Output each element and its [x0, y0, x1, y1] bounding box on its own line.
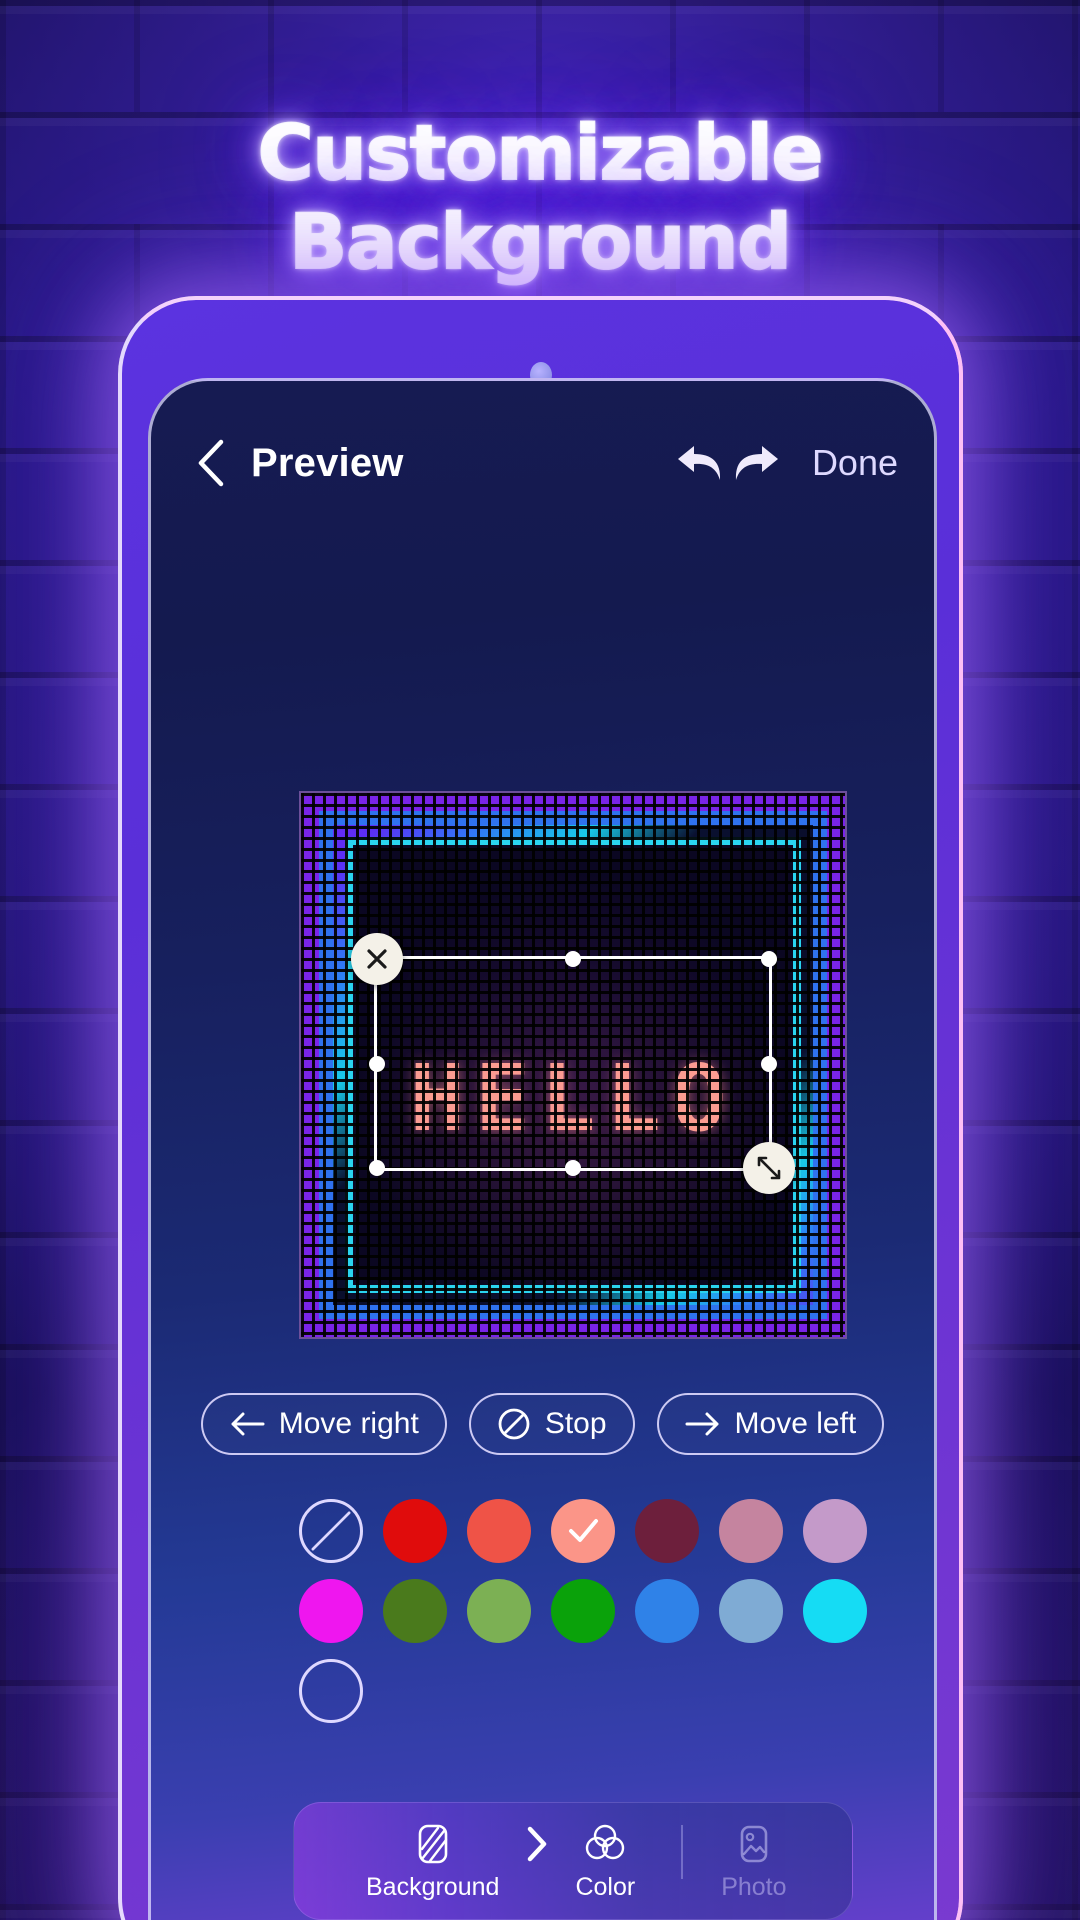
handle-bottom-left[interactable]	[369, 1160, 385, 1176]
undo-button[interactable]	[672, 435, 728, 491]
color-swatch-medium-green[interactable]	[467, 1579, 531, 1643]
text-selection-frame[interactable]	[351, 933, 795, 1194]
tab-photo[interactable]: Photo	[721, 1821, 787, 1902]
close-x-icon	[367, 949, 387, 969]
handle-bottom-middle[interactable]	[565, 1160, 581, 1176]
move-left-label: Move left	[734, 1407, 857, 1440]
color-swatch-light-mauve[interactable]	[803, 1499, 867, 1563]
page-heading: Preview	[251, 440, 404, 485]
check-icon	[569, 1519, 598, 1542]
chevron-left-icon	[198, 439, 224, 487]
color-swatch-coral-red[interactable]	[467, 1499, 531, 1563]
bottom-tab-bar: Background Color Photo	[293, 1802, 853, 1920]
color-swatch-blue[interactable]	[635, 1579, 699, 1643]
done-button[interactable]: Done	[812, 442, 898, 484]
tab-color[interactable]: Color	[575, 1821, 635, 1902]
arrow-right-icon	[685, 1412, 719, 1436]
color-swatch-grid	[299, 1499, 867, 1739]
tab-background[interactable]: Background	[366, 1821, 499, 1902]
back-button[interactable]	[187, 439, 235, 487]
screenshot-stage: Customizable Background Preview Done HEL…	[0, 0, 1080, 1920]
color-swatch-bright-green[interactable]	[551, 1579, 615, 1643]
led-display[interactable]: HELLO	[299, 791, 847, 1339]
delete-text-button[interactable]	[351, 933, 403, 985]
redo-button[interactable]	[728, 435, 784, 491]
move-right-label: Move right	[278, 1407, 419, 1440]
arrow-left-icon	[231, 1412, 265, 1436]
pattern-slash-icon	[418, 1824, 448, 1863]
color-swatch-none[interactable]	[299, 1499, 363, 1563]
image-icon	[740, 1825, 768, 1862]
color-swatch-white-empty[interactable]	[299, 1659, 363, 1723]
resize-text-button[interactable]	[743, 1142, 795, 1194]
color-swatch-magenta[interactable]	[299, 1579, 363, 1643]
handle-top-middle[interactable]	[565, 951, 581, 967]
phone-screen: Preview Done HELLO Move right Stop Move …	[148, 378, 937, 1920]
chevron-right-icon	[525, 1824, 549, 1873]
handle-left-middle[interactable]	[369, 1055, 385, 1072]
tab-background-label: Background	[366, 1872, 500, 1901]
tab-divider	[681, 1825, 684, 1879]
color-swatch-steel-blue[interactable]	[719, 1579, 783, 1643]
move-left-button[interactable]: Move left	[656, 1393, 885, 1455]
no-color-slash-icon	[311, 1511, 351, 1551]
motion-controls: Move right Stop Move left	[151, 1393, 934, 1455]
color-swatch-row	[299, 1579, 867, 1643]
color-swatch-row	[299, 1659, 819, 1723]
color-swatch-salmon[interactable]	[551, 1499, 615, 1563]
tab-photo-label: Photo	[721, 1872, 787, 1901]
phone-frame: Preview Done HELLO Move right Stop Move …	[118, 296, 963, 1920]
redo-arrow-icon	[735, 446, 778, 480]
handle-right-middle[interactable]	[761, 1055, 777, 1072]
color-swatch-dusty-rose[interactable]	[719, 1499, 783, 1563]
handle-top-right[interactable]	[761, 951, 777, 967]
color-swatch-row	[299, 1499, 867, 1563]
move-right-button[interactable]: Move right	[200, 1393, 447, 1455]
color-swatch-cyan[interactable]	[803, 1579, 867, 1643]
resize-diagonal-icon	[757, 1156, 781, 1180]
page-title: Customizable Background	[257, 107, 824, 287]
undo-arrow-icon	[677, 446, 721, 480]
tab-color-label: Color	[575, 1872, 636, 1901]
circle-slash-icon	[498, 1408, 530, 1440]
stop-button[interactable]: Stop	[468, 1393, 635, 1455]
color-swatch-red[interactable]	[383, 1499, 447, 1563]
app-toolbar: Preview Done	[151, 423, 934, 503]
venn-circles-icon	[586, 1824, 625, 1859]
color-swatch-dark-olive-green[interactable]	[383, 1579, 447, 1643]
color-swatch-dark-maroon[interactable]	[635, 1499, 699, 1563]
stop-label: Stop	[544, 1407, 607, 1440]
